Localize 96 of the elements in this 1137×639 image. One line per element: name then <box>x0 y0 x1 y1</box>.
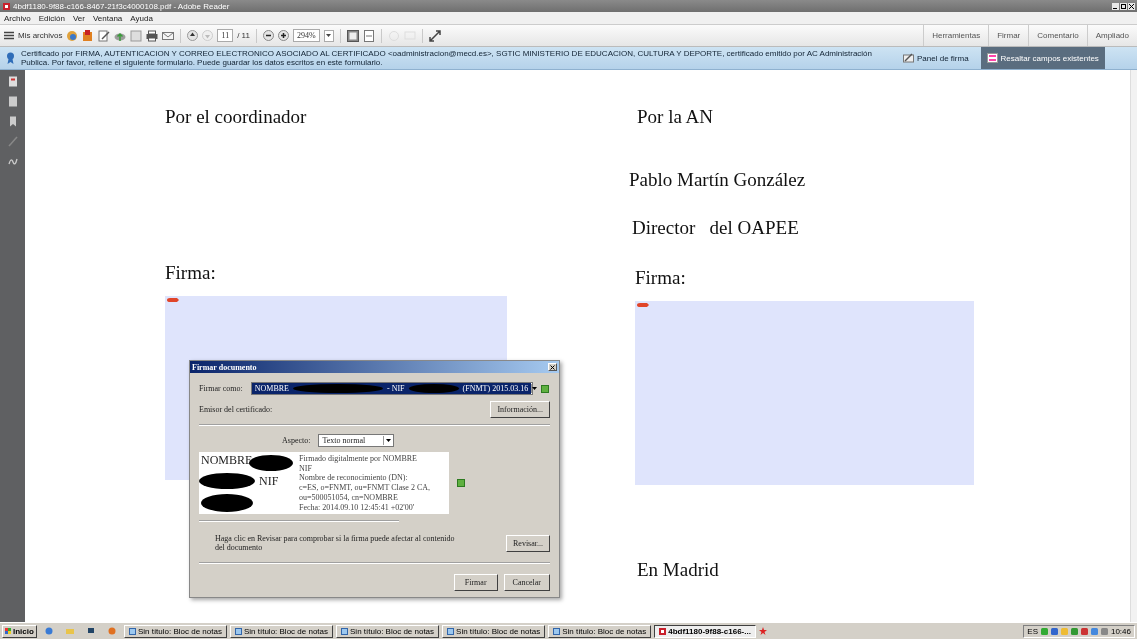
start-button[interactable]: Inicio <box>2 624 37 638</box>
taskbar-item[interactable]: Sin título: Bloc de notas <box>548 624 652 638</box>
document-text: Firma: <box>165 262 216 284</box>
signature-detail: Firmado digitalmente por NOMBRE <box>299 454 418 464</box>
page-count: / 11 <box>237 31 250 40</box>
menu-item[interactable]: Archivo <box>4 13 31 23</box>
sign-button[interactable]: Firmar <box>453 574 498 591</box>
zoom-dropdown-button[interactable] <box>323 29 334 42</box>
my-files-link[interactable]: Mis archivos <box>18 31 63 40</box>
language-indicator[interactable]: ES <box>1027 626 1038 636</box>
info-button[interactable]: Información... <box>490 401 550 418</box>
menu-item[interactable]: Ver <box>72 13 85 23</box>
review-button[interactable]: Revisar... <box>506 534 550 552</box>
highlight-fields-button[interactable]: Resaltar campos existentes <box>980 47 1105 69</box>
maximize-icon[interactable] <box>1120 2 1127 10</box>
print-icon[interactable] <box>146 29 159 42</box>
caret-icon <box>326 34 332 37</box>
zoom-in-icon[interactable] <box>277 30 289 41</box>
signature-detail: Fecha: 2014.09.10 12:45:41 +02'00' <box>299 502 416 513</box>
signature-field[interactable] <box>635 301 974 485</box>
signature-icon[interactable] <box>7 156 18 167</box>
redaction-mark <box>199 473 255 489</box>
redaction-mark <box>201 494 253 512</box>
fit-width-icon[interactable] <box>362 29 375 42</box>
toolbar-tab[interactable]: Ampliado <box>1086 25 1137 46</box>
close-icon <box>550 364 555 370</box>
bookmark-icon[interactable] <box>7 116 18 127</box>
preview-nif: NIF <box>259 474 279 489</box>
toolbar-tab[interactable]: Herramientas <box>923 25 989 46</box>
menu-item[interactable]: Ayuda <box>130 13 153 23</box>
pen-icon <box>903 53 914 63</box>
menu-icon[interactable] <box>4 31 14 40</box>
fit-page-icon[interactable] <box>346 29 359 42</box>
taskbar-item[interactable]: Sin título: Bloc de notas <box>123 624 227 638</box>
toolbar-tab[interactable]: Firmar <box>988 25 1029 46</box>
dialog-title: Firmar documento <box>192 362 257 372</box>
taskbar-item[interactable]: Sin título: Bloc de notas <box>229 624 333 638</box>
notepad-icon <box>553 627 561 635</box>
document-text: Director del OAPEE <box>632 217 799 239</box>
close-icon[interactable] <box>1128 2 1135 10</box>
taskbar-item[interactable]: Sin título: Bloc de notas <box>442 624 546 638</box>
notepad-icon <box>447 627 455 635</box>
field-label: Emisor del certificado: <box>199 405 273 414</box>
document-text: En Madrid <box>637 559 719 581</box>
taskbar-item[interactable]: 4bdf1180-9f88-c166-... <box>654 624 756 638</box>
notepad-icon <box>128 627 136 635</box>
field-label: Aspecto: <box>282 436 311 445</box>
pdf-document-icon <box>3 2 10 10</box>
document-text: Pablo Martín González <box>629 169 806 191</box>
scrollbar[interactable] <box>1130 70 1137 622</box>
review-instructions: Haga clic en Revisar para comprobar si la firma puede afectar al contenido del documento <box>215 534 456 552</box>
notepad-icon <box>234 627 242 635</box>
minimize-icon[interactable] <box>1112 2 1119 10</box>
certificate-ribbon-icon <box>6 52 15 64</box>
appearance-dropdown[interactable]: Texto normal <box>318 434 395 447</box>
field-marker-icon <box>167 298 179 302</box>
toolbar-tab[interactable]: Comentario <box>1028 25 1087 46</box>
document-text: Por el coordinador <box>165 106 307 128</box>
signature-detail: c=ES, o=FNMT, ou=FNMT Clase 2 CA, <box>299 483 431 493</box>
windows-logo-icon <box>5 628 11 634</box>
close-button[interactable] <box>548 363 557 371</box>
signature-detail: ou=500051054, cn=NOMBRE <box>299 492 399 503</box>
redaction-mark <box>408 384 459 393</box>
caret-icon <box>532 387 538 390</box>
menu-item[interactable]: Edición <box>38 13 65 23</box>
cancel-button[interactable]: Cancelar <box>503 574 550 591</box>
notepad-icon <box>341 627 348 635</box>
form-fields-icon <box>986 53 998 63</box>
pages-icon[interactable] <box>7 96 18 107</box>
page-thumbnails-icon[interactable] <box>7 76 18 87</box>
expand-icon[interactable] <box>428 29 441 42</box>
status-indicator <box>540 384 549 393</box>
signature-detail: Nombre de reconocimiento (DN): <box>299 473 409 484</box>
certificate-message: Certificado por FIRMA, AUTENTICACION Y CORREO ELECTRONICO ASOCIADO AL CERTIFICADO <oadministracion@mecd.es>, SGTIC MINISTERIO DE EDUCACION, CULTURA Y DEPORTE, certificado emitido por AC Administración Publica. Por favor, rellene el siguiente formulario. Puede guardar los datos escritos en este formulario. <box>21 48 873 68</box>
field-marker-icon <box>637 303 649 307</box>
document-text: Por la AN <box>637 106 713 128</box>
previous-page-icon[interactable] <box>187 30 199 41</box>
clock: 10:46 <box>1110 626 1131 636</box>
signature-detail: NIF <box>299 463 313 474</box>
browser-icon[interactable] <box>44 627 53 635</box>
preview-name: NOMBRE <box>201 453 253 468</box>
document-text: Firma: <box>635 267 686 289</box>
pdf-document-icon <box>659 627 667 635</box>
signature-panel-button[interactable]: Panel de firma <box>897 47 975 69</box>
star-icon[interactable] <box>758 627 767 635</box>
envelope-icon[interactable] <box>162 29 175 42</box>
zoom-field[interactable]: 294% <box>292 29 320 42</box>
caret-icon <box>386 439 392 442</box>
edit-document-icon[interactable] <box>98 29 111 42</box>
menu-item[interactable]: Ventana <box>92 13 123 23</box>
taskbar-item[interactable]: Sin título: Bloc de notas <box>336 624 440 638</box>
status-indicator <box>457 479 465 487</box>
window-title: 4bdf1180-9f88-c166-8467-21f3c4000108.pdf - Adobe Reader <box>13 1 230 11</box>
field-label: Firmar como: <box>199 384 243 393</box>
page-number-field[interactable]: 11 <box>217 29 234 42</box>
zoom-out-icon[interactable] <box>262 30 274 41</box>
